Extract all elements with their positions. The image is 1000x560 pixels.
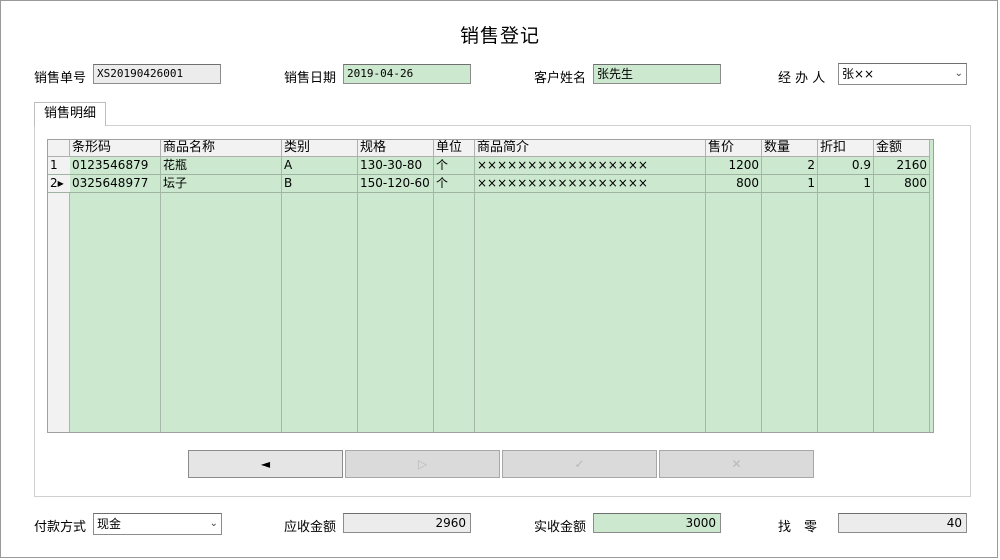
arrow-right-icon: ▷ [417,457,428,471]
cell-barcode[interactable]: 0123546879 [70,157,161,175]
column-header-discount[interactable]: 折扣 [818,140,874,157]
change-field[interactable]: 40 [838,513,967,533]
delete-button[interactable]: ✕ [659,450,814,478]
cell-description[interactable]: ××××××××××××××××× [475,175,706,193]
check-icon: ✓ [574,457,585,471]
cell-name[interactable]: 坛子 [161,175,282,193]
date-field[interactable]: 2019-04-26 [343,64,471,84]
chevron-down-icon[interactable]: ⌄ [210,514,218,534]
cell-spec[interactable]: 150-120-60 [358,175,434,193]
received-field[interactable]: 3000 [593,513,721,533]
sales-register-window: 销售登记 销售单号 XS20190426001 销售日期 2019-04-26 … [0,0,998,558]
cell-spec[interactable]: 130-30-80 [358,157,434,175]
arrow-left-icon: ◄ [260,457,271,471]
chevron-down-icon[interactable]: ⌄ [955,64,963,84]
received-label: 实收金额 [534,520,587,535]
column-header-spec[interactable]: 规格 [358,140,434,157]
cell-unit[interactable]: 个 [434,157,475,175]
cell-quantity[interactable]: 1 [762,175,818,193]
cell-amount[interactable]: 2160 [874,157,930,175]
column-header-category[interactable]: 类别 [282,140,358,157]
cell-description[interactable]: ××××××××××××××××× [475,157,706,175]
customer-label: 客户姓名 [534,71,587,86]
handler-value: 张×× [842,67,875,81]
date-label: 销售日期 [284,71,337,86]
column-header-quantity[interactable]: 数量 [762,140,818,157]
prev-record-button[interactable]: ◄ [188,450,343,478]
receivable-label: 应收金额 [284,520,337,535]
close-icon: ✕ [731,457,742,471]
handler-label: 经 办 人 [778,71,826,86]
row-header[interactable]: 2 ▶ [48,175,70,193]
confirm-button[interactable]: ✓ [502,450,657,478]
order-no-field[interactable]: XS20190426001 [93,64,221,84]
page-title: 销售登记 [459,25,540,47]
column-header-barcode[interactable]: 条形码 [70,140,161,157]
next-record-button[interactable]: ▷ [345,450,500,478]
customer-field[interactable]: 张先生 [593,64,721,84]
current-row-indicator-icon: ▶ [57,179,64,188]
cell-category[interactable]: B [282,175,358,193]
row-index: 2 [50,176,58,190]
row-header[interactable]: 1 [48,157,70,175]
grid-corner [48,140,70,157]
cell-discount[interactable]: 1 [818,175,874,193]
cell-price[interactable]: 1200 [706,157,762,175]
cell-barcode[interactable]: 0325648977 [70,175,161,193]
cell-name[interactable]: 花瓶 [161,157,282,175]
cell-amount[interactable]: 800 [874,175,930,193]
sales-detail-grid[interactable]: 条形码 商品名称 类别 规格 单位 商品简介 售价 数量 折扣 金额 1 012… [47,139,934,433]
cell-category[interactable]: A [282,157,358,175]
column-header-price[interactable]: 售价 [706,140,762,157]
payment-method-label: 付款方式 [34,520,87,535]
cell-unit[interactable]: 个 [434,175,475,193]
handler-select[interactable]: 张×× ⌄ [838,63,967,85]
column-header-amount[interactable]: 金额 [874,140,930,157]
column-header-name[interactable]: 商品名称 [161,140,282,157]
order-no-label: 销售单号 [34,71,87,86]
tab-sales-details[interactable]: 销售明细 [34,102,106,126]
payment-method-value: 现金 [97,517,122,531]
receivable-field[interactable]: 2960 [343,513,471,533]
column-header-description[interactable]: 商品简介 [475,140,706,157]
change-label: 找 零 [778,520,818,535]
payment-method-select[interactable]: 现金 ⌄ [93,513,222,535]
cell-price[interactable]: 800 [706,175,762,193]
cell-discount[interactable]: 0.9 [818,157,874,175]
cell-quantity[interactable]: 2 [762,157,818,175]
column-header-unit[interactable]: 单位 [434,140,475,157]
